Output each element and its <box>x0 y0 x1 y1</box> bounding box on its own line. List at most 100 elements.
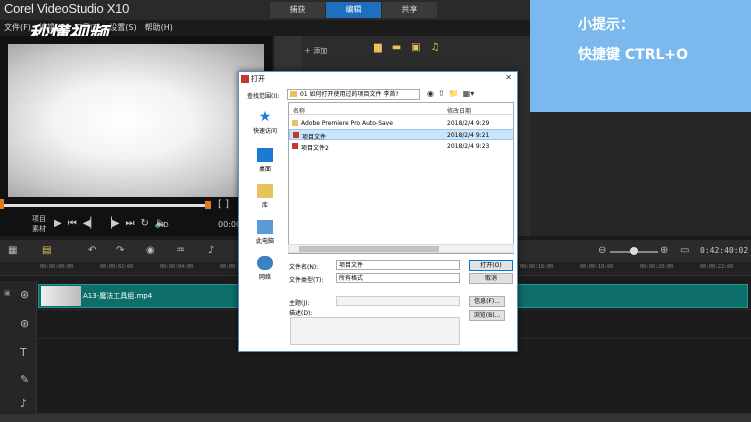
record-icon[interactable]: ◉ <box>146 245 155 256</box>
track-header: ⊛ <box>0 310 37 338</box>
filename-input[interactable]: 项目文件 <box>336 260 460 270</box>
lookin-label: 查找范围(I): <box>247 93 280 100</box>
tab-edit[interactable]: 编辑 <box>326 2 381 18</box>
browse-button[interactable]: 浏览(B)... <box>469 310 505 321</box>
screen: Corel VideoStudio X10 捕获 编辑 共享 文件(F) 编辑(… <box>0 0 751 422</box>
library-add-button[interactable]: ＋ 添加 <box>304 46 327 56</box>
clip-name: A13-魔法工具组.mp4 <box>83 292 153 300</box>
end-icon[interactable]: ⏭ <box>125 218 134 229</box>
desktop-icon <box>257 148 273 162</box>
track-toggle-icon[interactable]: ▣ <box>4 289 11 297</box>
back-icon[interactable]: ◉ <box>427 89 434 98</box>
project-clip-switch[interactable]: 项目 素材 <box>32 214 46 234</box>
hint-title: 小提示： <box>578 17 634 33</box>
overlay-track-icon: ⊛ <box>20 317 30 330</box>
ruler-label: 00:00:20:00 <box>640 264 674 270</box>
file-row[interactable]: Adobe Premiere Pro Auto-Save 2018/2/4 9:… <box>289 118 513 129</box>
scrollbar-thumb[interactable] <box>299 246 439 252</box>
zoom-in-icon[interactable]: ⊕ <box>660 245 668 256</box>
place-label: 库 <box>261 202 268 209</box>
place-desktop[interactable]: 桌面 <box>245 148 285 173</box>
mode-tabs: 捕获 编辑 共享 <box>270 2 438 18</box>
place-quick-access[interactable]: ★ 快速访问 <box>245 110 285 135</box>
info-button[interactable]: 信息(F)... <box>469 296 505 307</box>
ruler-label: 00:00:00:00 <box>40 264 74 270</box>
place-label: 桌面 <box>258 166 271 173</box>
filetype-select[interactable]: 所有格式 <box>336 273 460 283</box>
scrubber-bar[interactable] <box>0 204 210 207</box>
storyboard-icon[interactable]: ▦ <box>8 245 17 256</box>
preview-window <box>8 44 264 197</box>
home-icon[interactable]: ⏮ <box>68 218 77 229</box>
file-row-selected[interactable]: 项目文件 2018/2/4 9:21 <box>289 129 513 141</box>
computer-icon <box>257 220 273 234</box>
open-dialog: 打开 ✕ 查找范围(I): 01 如何打开使用过的项目文件 李首? ◉ ⇧ 📁 … <box>238 71 518 352</box>
place-library[interactable]: 库 <box>245 184 285 209</box>
ruler-label: 00:00:18:00 <box>580 264 614 270</box>
view-menu-icon[interactable]: ▦▾ <box>463 89 475 98</box>
description-input <box>290 317 460 345</box>
places-bar: ★ 快速访问 桌面 库 此电脑 网络 <box>245 106 285 286</box>
prev-frame-icon[interactable]: ◀▏ <box>83 218 98 229</box>
title-track-icon: T <box>20 346 27 359</box>
music-icon[interactable]: ♫ <box>431 42 440 53</box>
hd-toggle[interactable]: HD <box>158 221 169 229</box>
trim-end-marker[interactable] <box>205 201 211 209</box>
tab-capture[interactable]: 捕获 <box>270 2 325 18</box>
subject-input <box>336 296 460 306</box>
network-icon <box>257 256 273 270</box>
timeline-scrollbar[interactable] <box>0 414 751 422</box>
column-date[interactable]: 修改日期 <box>447 106 471 115</box>
zoom-slider-handle[interactable] <box>630 247 638 255</box>
dialog-nav-icons: ◉ ⇧ 📁 ▦▾ <box>427 89 474 98</box>
place-label: 此电脑 <box>255 238 274 245</box>
folder-icon <box>292 120 298 126</box>
folder-icon[interactable]: ▆ <box>374 42 382 53</box>
star-icon: ★ <box>258 109 272 125</box>
close-icon[interactable]: ✕ <box>505 73 512 82</box>
description-label: 描述(D): <box>289 310 313 317</box>
place-this-pc[interactable]: 此电脑 <box>245 220 285 245</box>
playback-controls: ▶ ⏮ ◀▏ ▕▶ ⏭ ↻ 🔈 <box>54 218 167 229</box>
cancel-button[interactable]: 取消 <box>469 273 513 284</box>
menu-settings[interactable]: 设置(S) <box>109 22 136 33</box>
file-list-scrollbar[interactable] <box>288 244 514 253</box>
image-icon[interactable]: ▣ <box>411 42 420 53</box>
file-list-header: 名称 修改日期 <box>289 103 513 115</box>
track-header: T <box>0 339 37 367</box>
track-header: ✎ <box>0 366 37 394</box>
new-folder-icon[interactable]: 📁 <box>449 89 459 98</box>
audio-mixer-icon[interactable]: ♒ <box>176 245 185 256</box>
place-network[interactable]: 网络 <box>245 256 285 281</box>
repeat-icon[interactable]: ↻ <box>140 218 148 229</box>
project-file-icon <box>293 132 299 138</box>
library-filter-icons: ▆ ▬ ▣ ♫ <box>374 42 440 53</box>
timeline-timecode: 0:42:40:02 <box>700 246 749 255</box>
timeline-view-icon[interactable]: ▤ <box>42 245 51 256</box>
open-button[interactable]: 打开(O) <box>469 260 513 271</box>
ruler-label: 00:00:04:00 <box>160 264 194 270</box>
voice-track: ✎ <box>0 366 751 395</box>
video-icon[interactable]: ▬ <box>392 42 401 53</box>
add-icon: ＋ <box>304 47 314 55</box>
fit-icon[interactable]: ▭ <box>680 245 689 256</box>
redo-icon[interactable]: ↷ <box>116 245 124 256</box>
up-folder-icon[interactable]: ⇧ <box>438 89 445 98</box>
file-row[interactable]: 项目文件2 2018/2/4 9:23 <box>289 141 513 152</box>
next-frame-icon[interactable]: ▕▶ <box>104 218 119 229</box>
undo-icon[interactable]: ↶ <box>88 245 96 256</box>
play-icon[interactable]: ▶ <box>54 218 62 229</box>
tab-share[interactable]: 共享 <box>382 2 437 18</box>
auto-music-icon[interactable]: ♪ <box>208 245 214 256</box>
menu-file[interactable]: 文件(F) <box>4 22 31 33</box>
folder-icon <box>290 91 297 97</box>
lookin-dropdown[interactable]: 01 如何打开使用过的项目文件 李首? <box>287 89 420 100</box>
trim-start-marker[interactable] <box>0 199 4 209</box>
menu-help[interactable]: 帮助(H) <box>145 22 173 33</box>
player-panel: [ ] 项目 素材 ▶ ⏮ ◀▏ ▕▶ ⏭ ↻ 🔈 HD 00:00 <box>0 36 272 236</box>
zoom-out-icon[interactable]: ⊖ <box>598 245 606 256</box>
music-track: ♪ <box>0 393 751 414</box>
mark-in-out-buttons[interactable]: [ ] <box>218 199 229 210</box>
app-title: Corel VideoStudio X10 <box>4 1 129 16</box>
column-name[interactable]: 名称 <box>293 106 305 115</box>
